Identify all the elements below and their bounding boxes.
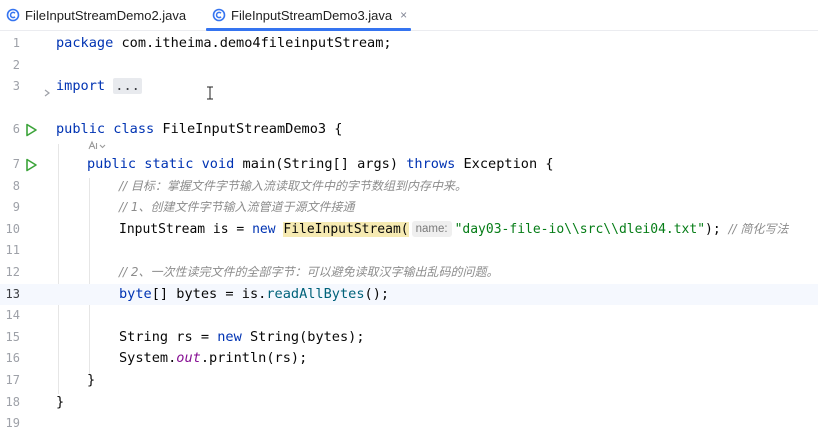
line-number: 18: [5, 394, 20, 409]
code-comment: // 目标：掌握文件字节输入流读取文件中的字节数组到内存中来。: [119, 178, 467, 193]
code-line: 19: [0, 413, 818, 435]
code-line: 14: [0, 305, 818, 327]
line-number: 13: [5, 286, 20, 301]
code-line: 2: [0, 55, 818, 77]
line-number: 14: [5, 308, 20, 323]
line-number: 1: [12, 36, 20, 50]
editor-tab-bar: FileInputStreamDemo2.java FileInputStrea…: [0, 0, 818, 31]
line-number: 15: [5, 329, 20, 344]
line-number: 6: [12, 122, 20, 136]
code-line: 3 import ...: [0, 76, 818, 98]
code-line: 1 package com.itheima.demo4fileinputStre…: [0, 33, 818, 55]
text-cursor-icon: [206, 85, 214, 104]
tab-label: FileInputStreamDemo2.java: [25, 7, 187, 23]
code-line: 11: [0, 240, 818, 262]
code-text: String rs = new String(bytes);: [119, 328, 365, 345]
java-class-icon: [212, 8, 226, 22]
code-line: 15 String rs = new String(bytes);: [0, 327, 818, 349]
fold-arrow-icon[interactable]: [43, 82, 51, 97]
folded-imports[interactable]: ...: [113, 78, 142, 95]
ai-hint-icon[interactable]: [87, 140, 107, 155]
line-number: 9: [12, 200, 20, 215]
code-line: 16 System.out.println(rs);: [0, 348, 818, 370]
run-icon[interactable]: [24, 157, 38, 172]
code-text: byte[] bytes = is.readAllBytes();: [119, 285, 390, 302]
line-number: 12: [5, 265, 20, 279]
code-line: 10 InputStream is = new FileInputStream(…: [0, 219, 818, 241]
tab-fileinputstreamdemo3[interactable]: FileInputStreamDemo3.java ×: [205, 0, 412, 31]
code-line: 6 public class FileInputStreamDemo3 {: [0, 119, 818, 141]
code-line: 9 // 1、创建文件字节输入流管道于源文件接通: [0, 197, 818, 219]
tab-label: FileInputStreamDemo3.java: [231, 7, 393, 23]
parameter-hint: name:: [411, 220, 452, 237]
code-text: package com.itheima.demo4fileinputStream…: [56, 35, 392, 51]
line-number: 3: [12, 79, 20, 94]
code-line: 18 }: [0, 392, 818, 414]
code-line: 7 public static void main(String[] args)…: [0, 154, 818, 176]
code-text: }: [87, 372, 96, 388]
code-line: 8 // 目标：掌握文件字节输入流读取文件中的字节数组到内存中来。: [0, 176, 818, 198]
line-number: 10: [5, 221, 20, 236]
line-number: 2: [12, 57, 20, 72]
line-number: 16: [5, 351, 20, 366]
java-class-icon: [6, 8, 20, 22]
code-text: System.out.println(rs);: [119, 350, 308, 367]
close-icon[interactable]: ×: [400, 8, 407, 22]
line-number: 8: [12, 178, 20, 193]
current-code-line[interactable]: 13 byte[] bytes = is.readAllBytes();: [0, 283, 818, 306]
code-text: import ...: [56, 78, 142, 95]
code-comment: // 2、一次性读完文件的全部字节：可以避免读取汉字输出乱码的问题。: [119, 265, 499, 279]
line-number: 11: [5, 243, 20, 258]
code-text: public static void main(String[] args) t…: [87, 156, 554, 172]
line-number: 19: [5, 416, 20, 431]
line-number: 7: [12, 157, 20, 171]
code-line: 12 // 2、一次性读完文件的全部字节：可以避免读取汉字输出乱码的问题。: [0, 262, 818, 284]
tab-filelinputstreamdemo2[interactable]: FileInputStreamDemo2.java: [6, 0, 186, 30]
code-comment: // 1、创建文件字节输入流管道于源文件接通: [119, 200, 355, 215]
code-text: }: [56, 393, 65, 410]
code-text: public class FileInputStreamDemo3 {: [56, 121, 343, 137]
line-number: 17: [5, 373, 20, 387]
run-icon[interactable]: [24, 122, 38, 137]
code-line: 17 }: [0, 370, 818, 392]
code-text: InputStream is = new FileInputStream(nam…: [119, 220, 789, 237]
